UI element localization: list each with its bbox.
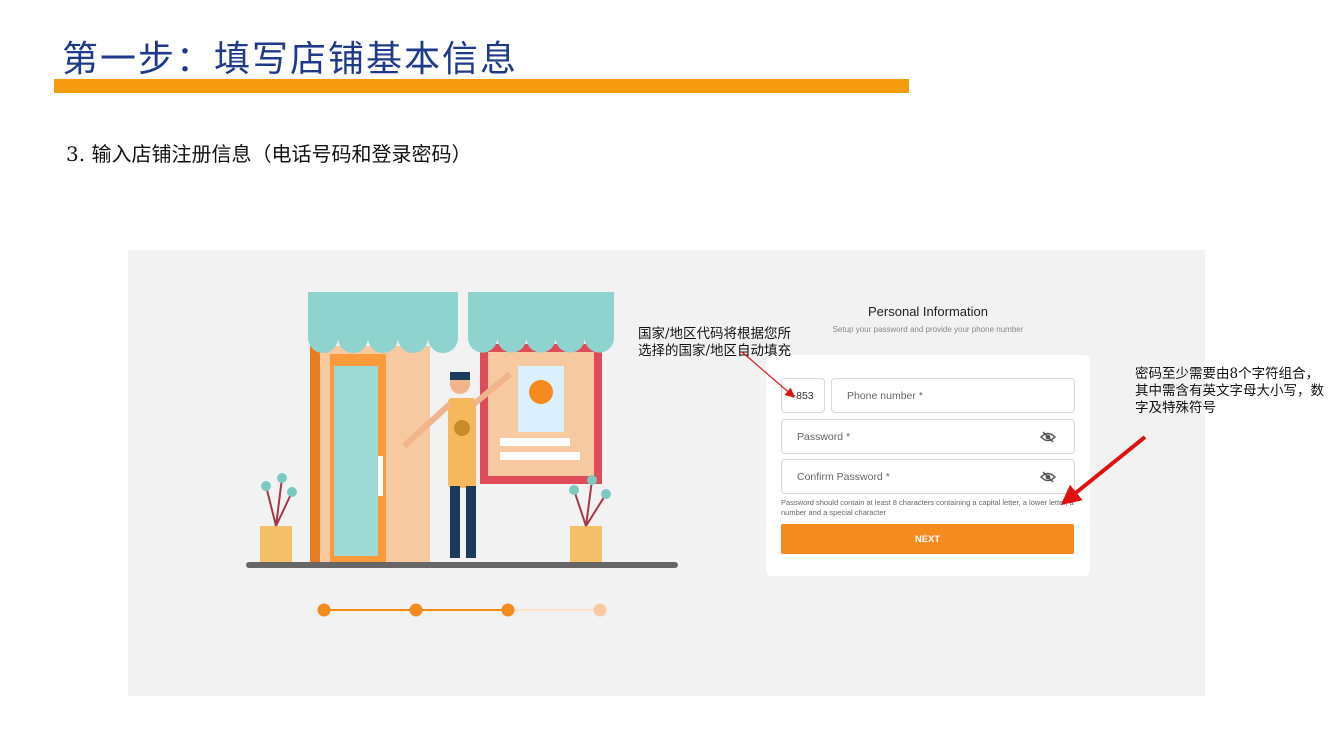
confirm-password-input[interactable] [782, 470, 1074, 483]
password-hint: Password should contain at least 8 chara… [781, 498, 1074, 517]
registration-screenshot: Personal Information Setup your password… [128, 250, 1205, 696]
progress-dot [317, 603, 331, 617]
phone-number-input[interactable] [832, 389, 1074, 402]
form-subtitle: Setup your password and provide your pho… [832, 325, 1024, 334]
step-description: 3. 输入店铺注册信息（电话号码和登录密码） [66, 142, 472, 166]
title-underline-bar [54, 79, 909, 93]
confirm-password-field[interactable] [781, 459, 1075, 494]
password-annotation: 密码至少需要由8个字符组合，其中需含有英文字母大小写，数字及特殊符号 [1135, 366, 1324, 416]
password-input[interactable] [782, 430, 1074, 443]
progress-dot [409, 603, 423, 617]
progress-stepper [317, 603, 607, 617]
next-button[interactable]: NEXT [781, 524, 1074, 554]
country-code-field[interactable]: +853 [781, 378, 825, 413]
country-code-annotation: 国家/地区代码将根据您所选择的国家/地区自动填充 [638, 326, 792, 359]
personal-info-form: +853 Password should contain at least 8 … [766, 355, 1090, 576]
progress-dot [501, 603, 515, 617]
password-field[interactable] [781, 419, 1075, 454]
slide-title: 第一步：填写店铺基本信息 [62, 39, 519, 80]
eye-off-icon[interactable] [1040, 471, 1056, 483]
progress-dot [593, 603, 607, 617]
shop-illustration [246, 292, 678, 568]
eye-off-icon[interactable] [1040, 431, 1056, 443]
phone-number-field[interactable] [831, 378, 1075, 413]
form-title: Personal Information [868, 304, 988, 319]
